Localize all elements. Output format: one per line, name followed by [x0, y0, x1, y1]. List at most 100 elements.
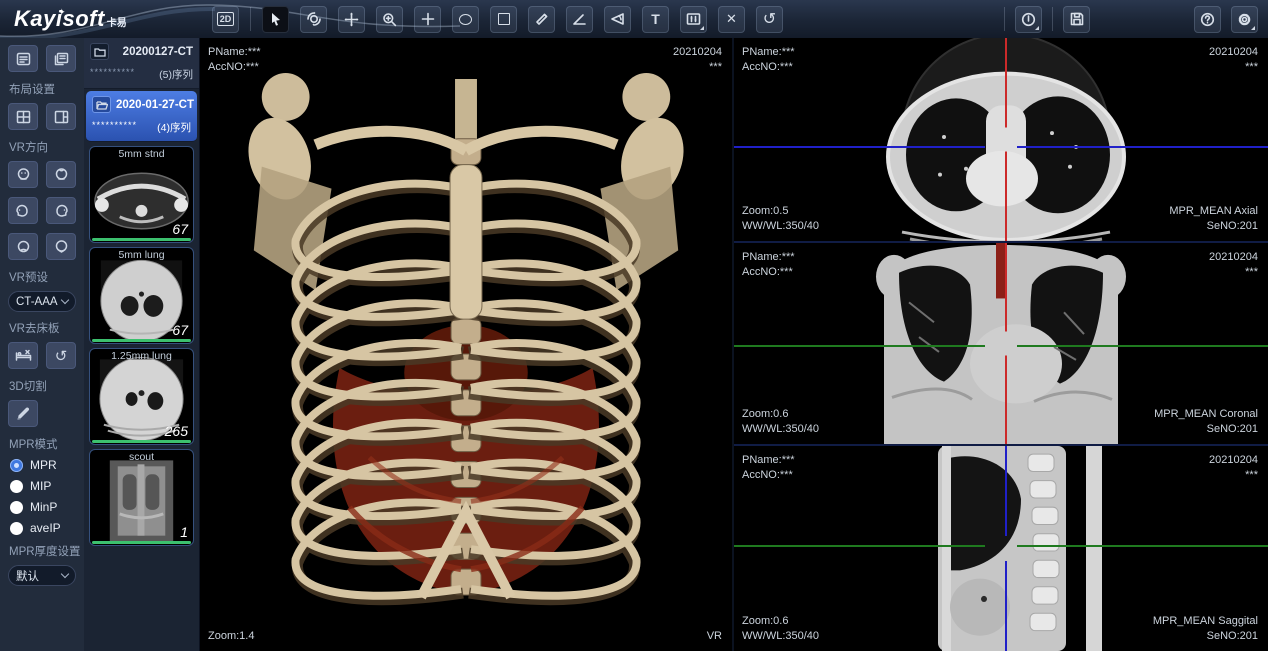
settings-button[interactable] [1231, 6, 1258, 33]
ellipse-tool-button[interactable] [452, 6, 479, 33]
reset-view-button[interactable]: ↺ [756, 6, 783, 33]
mpr-mode-option-aveip[interactable]: aveIP [10, 521, 76, 535]
study-title: 20200127-CT [114, 46, 193, 58]
window-preset-button[interactable] [680, 6, 707, 33]
rotate-3d-button[interactable] [300, 6, 327, 33]
window-level-icon [686, 12, 701, 26]
head-left-icon [15, 204, 31, 218]
thickness-dropdown[interactable]: 默认 [8, 565, 76, 586]
vr-preset-section-label: VR预设 [9, 269, 76, 285]
mpr-mode-option-mpr[interactable]: MPR [10, 458, 76, 472]
panel-layout-icon [54, 52, 69, 66]
vr-orient-right-button[interactable] [46, 197, 76, 224]
study-title: 2020-01-27-CT [116, 99, 194, 111]
axial-image [734, 38, 1268, 241]
logo-star-icon: ✦ [58, 7, 66, 18]
save-button[interactable] [1063, 6, 1090, 33]
gear-icon [1237, 12, 1252, 27]
vr-orient-head-button[interactable] [8, 233, 38, 260]
vr-orient-left-button[interactable] [8, 197, 38, 224]
rotate-3d-icon [306, 11, 322, 27]
cobb-angle-tool-button[interactable] [604, 6, 631, 33]
head-right-icon [53, 204, 69, 218]
app-logo-cn: 卡易 [107, 14, 127, 29]
radio-selected-icon [10, 459, 23, 472]
study-item[interactable]: 20200127-CT ********** (5)序列 [84, 38, 199, 89]
angle-tool-button[interactable] [566, 6, 593, 33]
series-thumbnail[interactable]: 5mm lung 67 [89, 247, 194, 344]
series-list-icon [16, 52, 31, 66]
vr-direction-section-label: VR方向 [9, 139, 76, 155]
text-tool-button[interactable]: T [642, 6, 669, 33]
remove-bed-section-label: VR去床板 [9, 320, 76, 336]
zoom-in-icon [382, 12, 397, 27]
thumbnail-count: 265 [165, 423, 188, 439]
thumbnail-label: 5mm lung [90, 249, 193, 261]
power-info-icon [1021, 12, 1036, 27]
radio-icon [10, 522, 23, 535]
save-icon [1070, 12, 1084, 26]
coronal-viewport[interactable]: PName:***AccNO:*** 20210204*** Zoom:0.6W… [734, 243, 1268, 446]
radio-icon [10, 480, 23, 493]
chevron-down-icon [61, 570, 69, 578]
thumbnail-label: 1.25mm lung [90, 350, 193, 362]
panel-layout-toggle-button[interactable] [46, 45, 76, 72]
toolbar-right [1004, 6, 1268, 33]
series-count: (4)序列 [157, 120, 191, 135]
mpr-mode-option-mip[interactable]: MIP [10, 479, 76, 493]
thumbnail-count: 1 [180, 524, 188, 540]
head-back-icon [54, 167, 69, 182]
layout-split-button[interactable] [46, 103, 76, 130]
mpr-mode-option-minp[interactable]: MinP [10, 500, 76, 514]
rectangle-icon [498, 13, 510, 25]
series-count: (5)序列 [159, 67, 193, 82]
measure-tool-button[interactable] [528, 6, 555, 33]
coronal-image [734, 243, 1268, 444]
vr-orient-anterior-button[interactable] [8, 161, 38, 188]
vr-orient-posterior-button[interactable] [46, 161, 76, 188]
head-bottom-icon [54, 239, 69, 254]
remove-bed-button[interactable] [8, 342, 38, 369]
folder-closed-icon [90, 43, 109, 60]
cut-section-label: 3D切割 [9, 378, 76, 394]
report-info-button[interactable] [1015, 6, 1042, 33]
vr-reset-button[interactable]: ↺ [46, 342, 76, 369]
mpr-mode-section-label: MPR模式 [9, 436, 76, 452]
thumbnail-progress-bar [92, 339, 191, 342]
cut-tool-button[interactable] [8, 400, 38, 427]
layout-grid-button[interactable] [8, 103, 38, 130]
help-icon [1200, 12, 1215, 27]
vr-orient-foot-button[interactable] [46, 233, 76, 260]
study-item-active[interactable]: 2020-01-27-CT ********** (4)序列 [86, 91, 197, 142]
zoom-tool-button[interactable] [376, 6, 403, 33]
2d-icon: 2D [217, 12, 235, 26]
reset-icon: ↺ [763, 9, 776, 29]
thickness-section-label: MPR厚度设置 [9, 543, 76, 559]
crosshair-tool-button[interactable] [414, 6, 441, 33]
sagittal-viewport[interactable]: PName:***AccNO:*** 20210204*** Zoom:0.6W… [734, 446, 1268, 651]
dropdown-corner [700, 26, 704, 30]
series-thumbnail[interactable]: scout 1 [89, 449, 194, 546]
vr-rendered-image [200, 38, 732, 651]
series-thumbnail[interactable]: 5mm stnd 67 [89, 146, 194, 243]
thumbnail-label: 5mm stnd [90, 148, 193, 160]
ellipse-icon [459, 14, 472, 25]
vr-viewport[interactable]: PName:***AccNO:*** 20210204*** Zoom:1.4 … [200, 38, 734, 651]
pan-icon [344, 12, 359, 27]
thumbnail-count: 67 [172, 322, 188, 338]
thumbnail-progress-bar [92, 238, 191, 241]
delete-annotation-button[interactable]: ✕ [718, 6, 745, 33]
cursor-icon [269, 12, 283, 26]
chevron-down-icon [61, 296, 69, 304]
series-list-toggle-button[interactable] [8, 45, 38, 72]
vr-preset-dropdown[interactable]: CT-AAA [8, 291, 76, 312]
help-button[interactable] [1194, 6, 1221, 33]
rectangle-tool-button[interactable] [490, 6, 517, 33]
sagittal-image [734, 446, 1268, 651]
series-thumbnail[interactable]: 1.25mm lung 265 [89, 348, 194, 445]
axial-viewport[interactable]: PName:***AccNO:*** 20210204*** Zoom:0.5W… [734, 38, 1268, 243]
radio-icon [10, 501, 23, 514]
pan-tool-button[interactable] [338, 6, 365, 33]
view-2d-button[interactable]: 2D [212, 6, 239, 33]
cursor-tool-button[interactable] [262, 6, 289, 33]
